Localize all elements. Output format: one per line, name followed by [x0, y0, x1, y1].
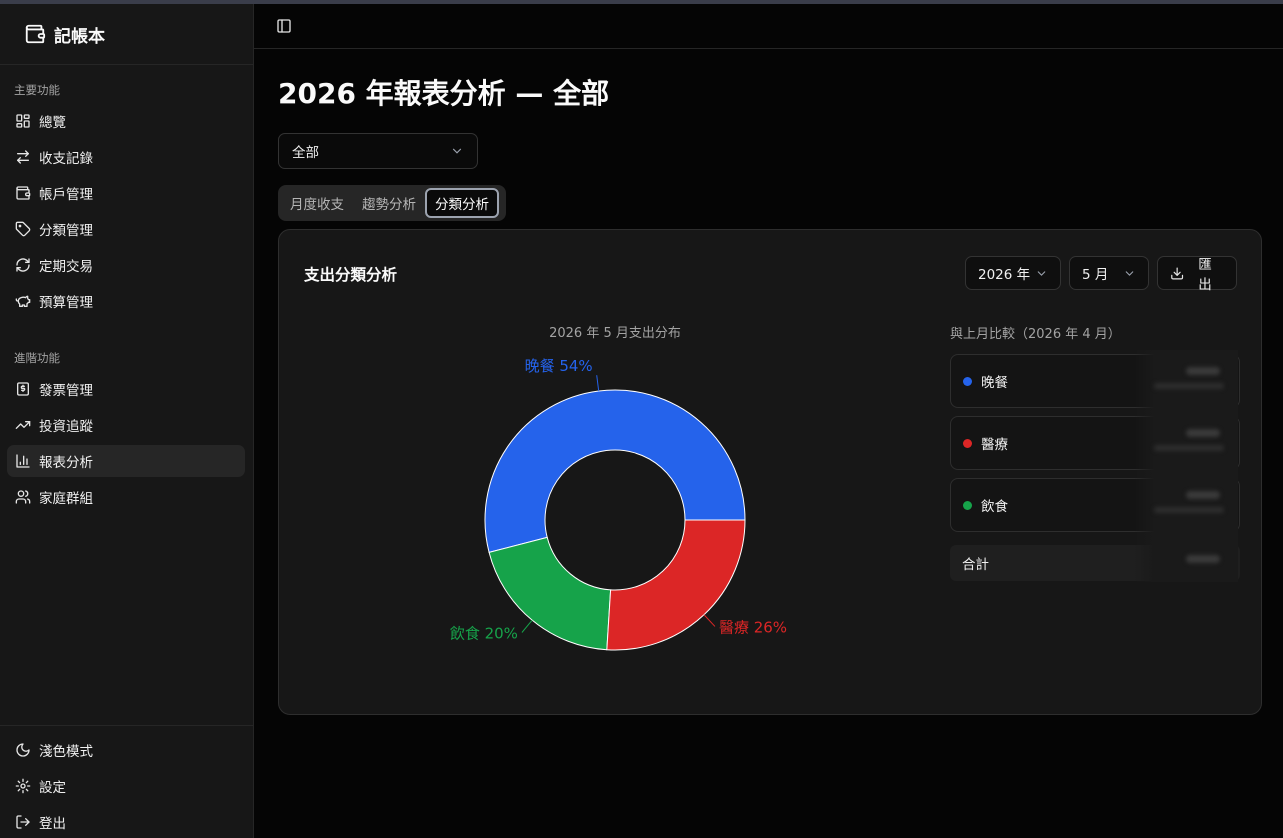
slice-label: 醫療 26%: [719, 618, 787, 636]
sidebar: 記帳本 主要功能 總覽 收支記錄 帳戶管理 分類管理 定期交易 預算管理 進階功…: [0, 4, 254, 838]
bar-chart-icon: [16, 454, 30, 468]
piggy-bank-icon: [15, 295, 31, 307]
book-select[interactable]: 全部: [278, 133, 478, 169]
tab-category[interactable]: 分類分析: [425, 188, 499, 218]
moon-icon: [16, 743, 30, 757]
sidebar-toggle-button[interactable]: [274, 16, 294, 36]
wallet-icon: [16, 186, 31, 200]
redacted-amount: [1186, 491, 1220, 499]
sidebar-item-label: 帳戶管理: [39, 187, 93, 203]
arrows-swap-icon: [17, 150, 29, 164]
tab-trend[interactable]: 趨勢分析: [353, 188, 425, 218]
redacted-amount: [1186, 555, 1220, 563]
redacted-amount: [1186, 429, 1220, 437]
export-label: 匯出: [1198, 257, 1212, 293]
main-header: [254, 4, 1283, 49]
logout-icon: [16, 815, 30, 829]
compare-title: 與上月比較（2026 年 4 月）: [950, 327, 1121, 342]
sidebar-item-label: 定期交易: [39, 259, 93, 275]
trending-up-icon: [15, 421, 31, 429]
month-select[interactable]: 5 月: [1069, 256, 1149, 290]
refresh-icon: [16, 258, 30, 272]
sidebar-item-reports[interactable]: 報表分析: [7, 445, 245, 477]
redacted-amount: [1186, 367, 1220, 375]
redacted-values: [1134, 350, 1238, 582]
divider: [0, 64, 253, 65]
wallet-logo-icon: [25, 24, 46, 44]
divider: [0, 725, 253, 726]
book-select-value: 全部: [292, 145, 319, 161]
receipt-icon: [17, 382, 29, 396]
label-leader-line: [596, 375, 600, 392]
sidebar-item-invoices[interactable]: 發票管理: [7, 373, 245, 405]
sidebar-item-settings[interactable]: 設定: [7, 770, 245, 802]
sidebar-item-label: 投資追蹤: [39, 419, 93, 435]
gear-icon: [15, 778, 31, 794]
report-tabs: 月度收支 趨勢分析 分類分析: [278, 185, 506, 221]
brand-name: 記帳本: [54, 26, 105, 47]
logout-button[interactable]: 登出: [7, 806, 245, 838]
sidebar-item-label: 設定: [39, 780, 66, 796]
sidebar-item-budget[interactable]: 預算管理: [7, 285, 245, 317]
legend-dot: [963, 500, 972, 510]
legend-dot: [963, 376, 972, 386]
chevron-down-icon: [1037, 270, 1046, 276]
sidebar-item-label: 收支記錄: [39, 151, 93, 167]
sidebar-item-label: 分類管理: [39, 223, 93, 239]
page-title: 2026 年報表分析 — 全部: [278, 77, 610, 110]
chevron-down-icon: [452, 148, 462, 154]
compare-item-label: 醫療: [981, 437, 1008, 453]
export-button[interactable]: 匯出: [1157, 256, 1237, 293]
compare-item-label: 飲食: [981, 499, 1008, 515]
tag-icon: [15, 221, 31, 237]
expense-donut-chart: 2026 年 5 月支出分布 晚餐 54% 飲食 20% 醫療 26%: [450, 326, 787, 651]
sidebar-item-recurring[interactable]: 定期交易: [7, 249, 245, 281]
sidebar-item-label: 家庭群組: [39, 491, 93, 507]
sidebar-item-label: 報表分析: [39, 455, 93, 471]
redacted-change: [1154, 383, 1224, 389]
month-select-value: 5 月: [1082, 267, 1109, 283]
sidebar-item-accounts[interactable]: 帳戶管理: [7, 177, 245, 209]
sidebar-item-label: 淺色模式: [39, 744, 93, 760]
sidebar-item-family[interactable]: 家庭群組: [7, 481, 245, 513]
redacted-change: [1154, 445, 1224, 451]
brand[interactable]: 記帳本: [24, 22, 105, 47]
slice-label: 晚餐 54%: [525, 357, 593, 375]
total-label: 合計: [962, 557, 989, 573]
sidebar-item-transactions[interactable]: 收支記錄: [7, 141, 245, 173]
section-label-advanced: 進階功能: [14, 351, 60, 365]
category-analysis-card: 支出分類分析 2026 年 5 月 匯出 2026 年 5 月支出分布 晚餐 5…: [278, 229, 1262, 715]
chevron-down-icon: [1125, 270, 1134, 276]
users-icon: [15, 490, 31, 504]
section-label-main: 主要功能: [14, 83, 60, 97]
redacted-change: [1154, 507, 1224, 513]
chart-title: 2026 年 5 月支出分布: [549, 326, 681, 341]
download-icon: [1171, 267, 1184, 279]
sidebar-item-label: 預算管理: [39, 295, 93, 311]
sidebar-item-label: 總覽: [39, 115, 66, 131]
sidebar-item-label: 登出: [39, 816, 66, 832]
sidebar-item-label: 發票管理: [39, 383, 93, 399]
year-select-value: 2026 年: [978, 267, 1031, 283]
theme-toggle[interactable]: 淺色模式: [7, 734, 245, 766]
label-leader-line: [521, 619, 533, 633]
label-leader-line: [703, 614, 716, 627]
compare-item-label: 晚餐: [981, 375, 1008, 391]
slice-label: 飲食 20%: [450, 624, 518, 642]
tab-monthly[interactable]: 月度收支: [281, 188, 353, 218]
sidebar-item-categories[interactable]: 分類管理: [7, 213, 245, 245]
panel-left-icon: [277, 19, 291, 33]
dashboard-icon: [16, 114, 30, 128]
sidebar-item-overview[interactable]: 總覽: [7, 105, 245, 137]
legend-dot: [963, 438, 972, 448]
sidebar-item-investments[interactable]: 投資追蹤: [7, 409, 245, 441]
year-select[interactable]: 2026 年: [965, 256, 1061, 290]
